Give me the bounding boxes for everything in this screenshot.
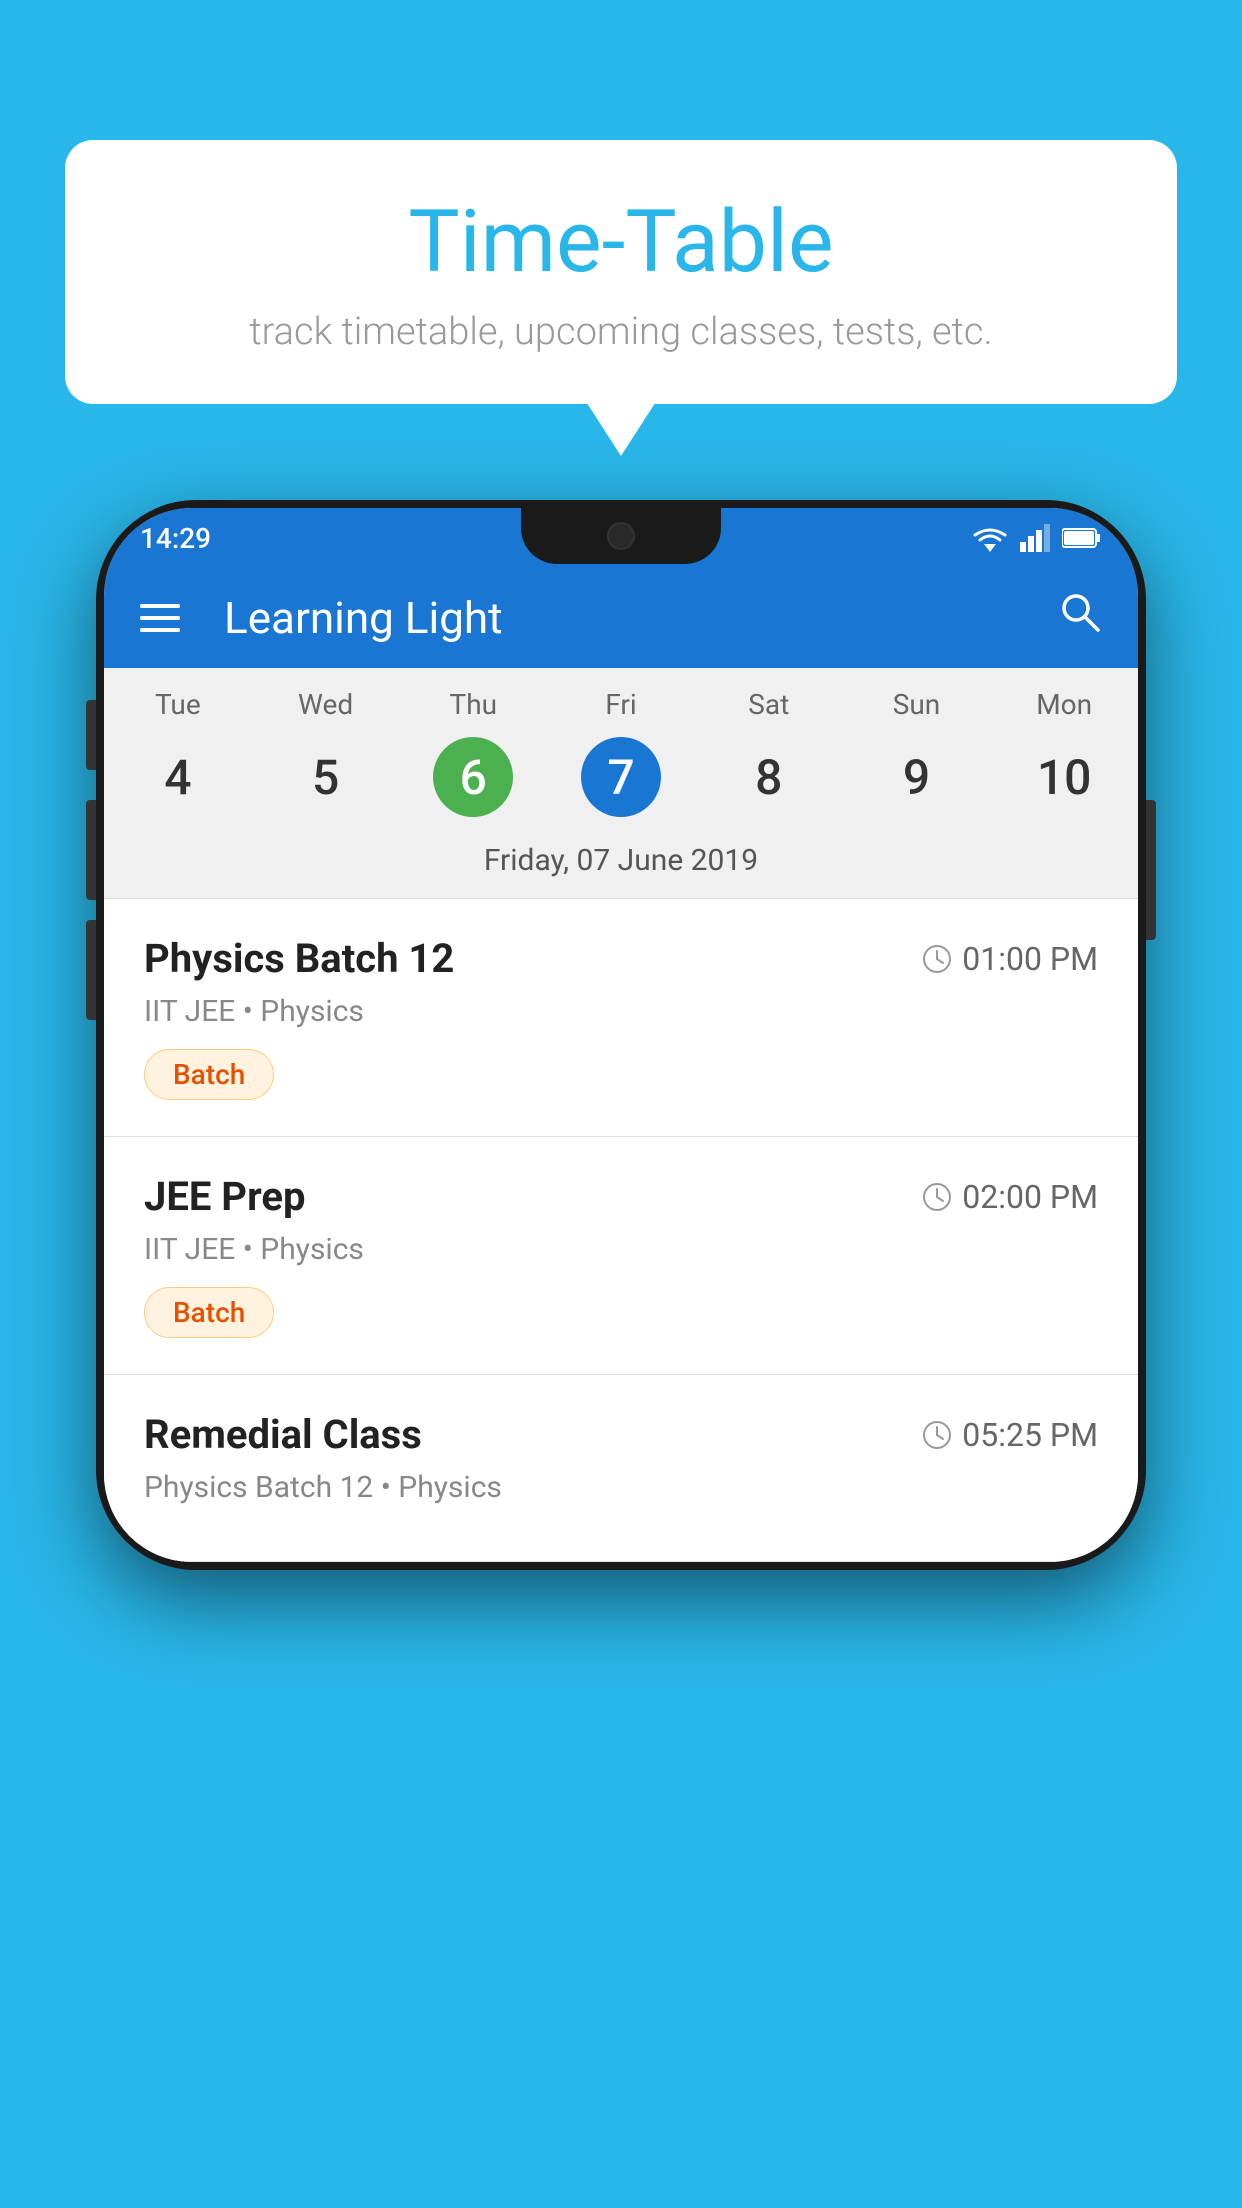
clock-icon — [922, 1182, 952, 1212]
time-label: 05:25 PM — [962, 1416, 1098, 1454]
batch-tag: Batch — [144, 1287, 274, 1338]
schedule-item-time: 05:25 PM — [922, 1416, 1098, 1454]
schedule-item-subtitle: Physics Batch 12 • Physics — [144, 1470, 1098, 1505]
phone-frame: 14:29 — [96, 500, 1146, 1570]
calendar-day-10[interactable]: Mon 10 — [990, 688, 1138, 817]
calendar-day-5[interactable]: Wed 5 — [252, 688, 400, 817]
day-name-label: Wed — [252, 688, 400, 721]
schedule-list: Physics Batch 12 01:00 PM IIT JEE • Physic… — [104, 899, 1138, 1562]
phone-camera — [607, 522, 635, 550]
speech-bubble: Time-Table track timetable, upcoming cla… — [65, 140, 1177, 404]
schedule-item-time: 02:00 PM — [922, 1178, 1098, 1216]
phone-btn-power — [1146, 800, 1156, 940]
phone-btn-volume-down2 — [86, 920, 96, 1020]
calendar-day-8[interactable]: Sat 8 — [695, 688, 843, 817]
signal-icon — [1020, 524, 1050, 552]
calendar-day-7[interactable]: Fri 7 — [547, 688, 695, 817]
schedule-item-header: Physics Batch 12 01:00 PM — [144, 935, 1098, 982]
day-name-label: Sun — [843, 688, 991, 721]
calendar-section: Tue 4 Wed 5 Thu 6 Fri 7 Sat 8 Sun 9 Mon 10 Friday, 07… — [104, 668, 1138, 899]
hamburger-menu-icon[interactable] — [140, 604, 180, 632]
day-number: 9 — [876, 737, 956, 817]
phone-btn-volume-up — [86, 700, 96, 770]
day-number: 4 — [138, 737, 218, 817]
phone-notch — [521, 508, 721, 564]
clock-icon — [922, 1420, 952, 1450]
schedule-item-header: Remedial Class 05:25 PM — [144, 1411, 1098, 1458]
schedule-item-subtitle: IIT JEE • Physics — [144, 1232, 1098, 1267]
schedule-item[interactable]: Remedial Class 05:25 PM Physics Batch 12 •… — [104, 1375, 1138, 1562]
app-title: Learning Light — [224, 592, 1028, 644]
phone-container: 14:29 — [96, 500, 1146, 1570]
calendar-day-4[interactable]: Tue 4 — [104, 688, 252, 817]
day-name-label: Tue — [104, 688, 252, 721]
bubble-subtitle: track timetable, upcoming classes, tests… — [125, 310, 1117, 354]
bubble-title: Time-Table — [125, 195, 1117, 290]
clock-icon — [922, 944, 952, 974]
battery-icon — [1062, 527, 1102, 549]
time-label: 01:00 PM — [962, 940, 1098, 978]
day-name-label: Fri — [547, 688, 695, 721]
calendar-date-label: Friday, 07 June 2019 — [104, 827, 1138, 899]
search-button[interactable] — [1058, 590, 1102, 646]
wifi-icon — [972, 524, 1008, 552]
schedule-item[interactable]: JEE Prep 02:00 PM IIT JEE • Physics Batch — [104, 1137, 1138, 1375]
schedule-item-header: JEE Prep 02:00 PM — [144, 1173, 1098, 1220]
phone-screen: 14:29 — [104, 508, 1138, 1562]
calendar-day-9[interactable]: Sun 9 — [843, 688, 991, 817]
status-icons — [972, 524, 1102, 552]
day-number: 7 — [581, 737, 661, 817]
calendar-day-6[interactable]: Thu 6 — [399, 688, 547, 817]
app-bar: Learning Light — [104, 568, 1138, 668]
day-name-label: Sat — [695, 688, 843, 721]
time-label: 02:00 PM — [962, 1178, 1098, 1216]
phone-btn-volume-down — [86, 800, 96, 900]
day-number: 5 — [286, 737, 366, 817]
schedule-item-title: Remedial Class — [144, 1411, 422, 1458]
schedule-item-title: Physics Batch 12 — [144, 935, 454, 982]
day-number: 10 — [1024, 737, 1104, 817]
speech-bubble-container: Time-Table track timetable, upcoming cla… — [65, 140, 1177, 404]
calendar-days-header: Tue 4 Wed 5 Thu 6 Fri 7 Sat 8 Sun 9 Mon 10 — [104, 668, 1138, 827]
day-name-label: Mon — [990, 688, 1138, 721]
batch-tag: Batch — [144, 1049, 274, 1100]
day-number: 8 — [729, 737, 809, 817]
schedule-item[interactable]: Physics Batch 12 01:00 PM IIT JEE • Physic… — [104, 899, 1138, 1137]
status-time: 14:29 — [140, 522, 211, 555]
schedule-item-title: JEE Prep — [144, 1173, 305, 1220]
schedule-item-subtitle: IIT JEE • Physics — [144, 994, 1098, 1029]
schedule-item-time: 01:00 PM — [922, 940, 1098, 978]
day-name-label: Thu — [399, 688, 547, 721]
day-number: 6 — [433, 737, 513, 817]
